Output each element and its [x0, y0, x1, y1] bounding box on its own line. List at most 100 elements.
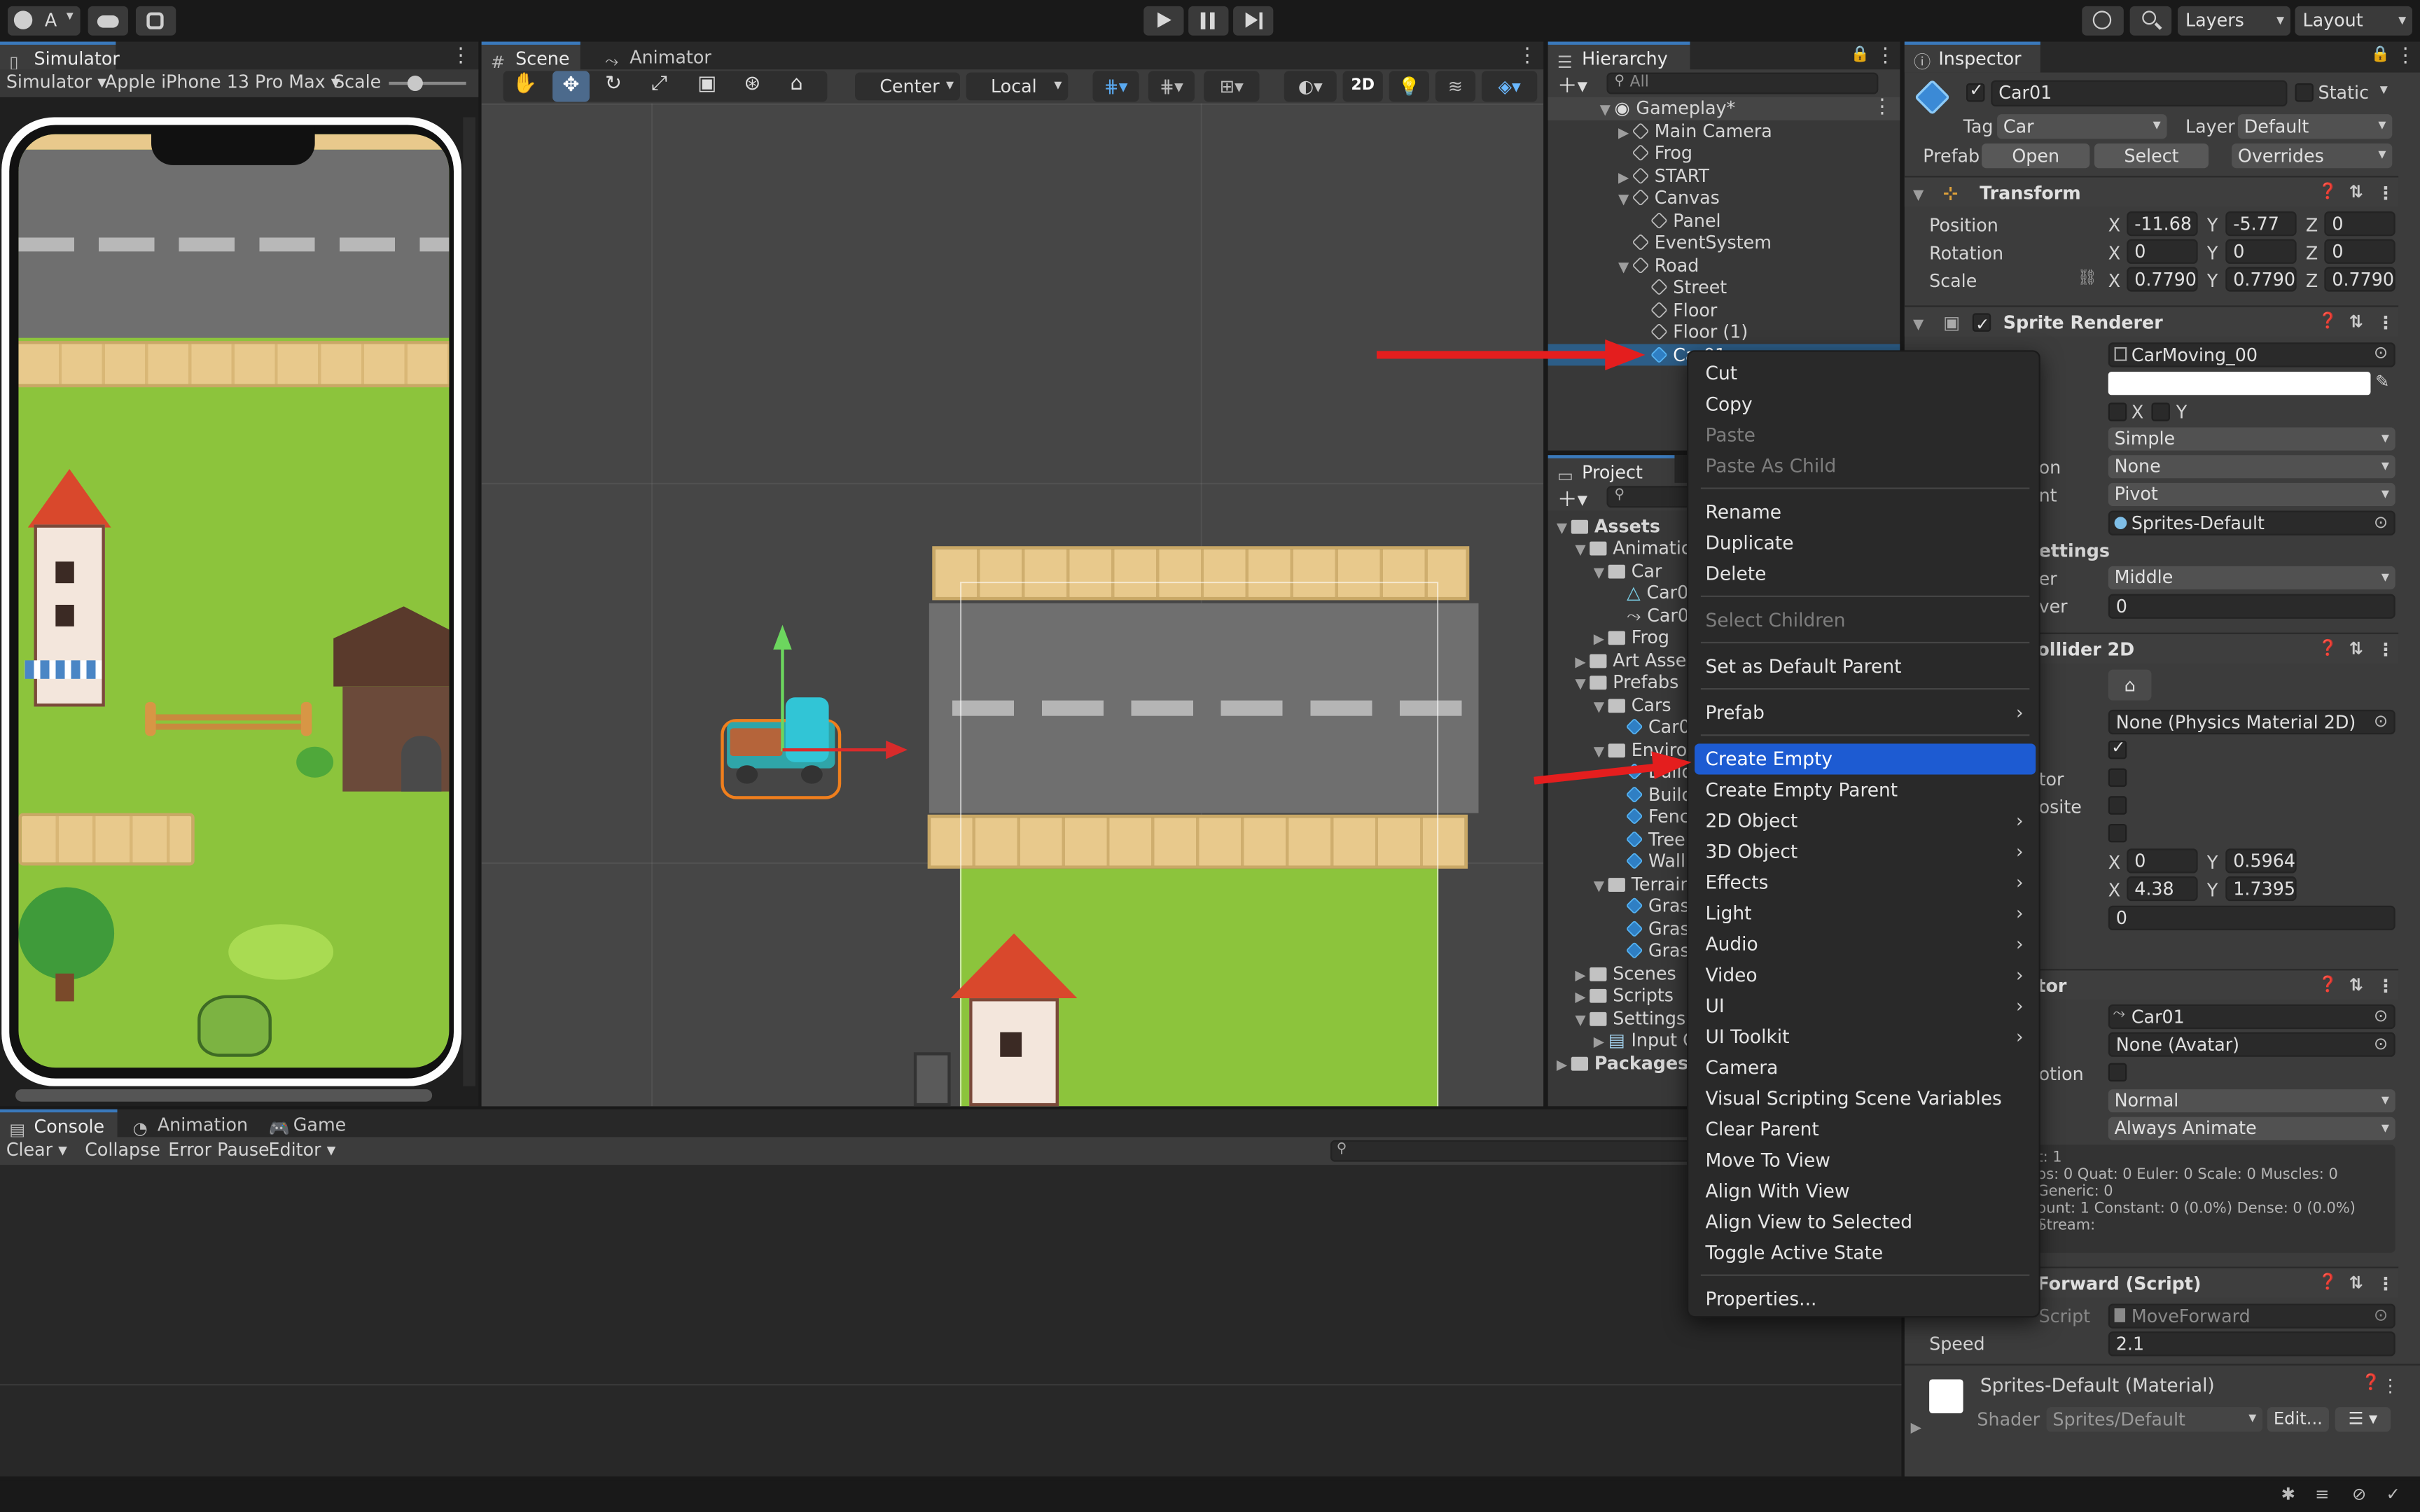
layout-dropdown[interactable]: Layout — [2295, 6, 2412, 36]
hand-tool-icon[interactable]: ✋ — [513, 73, 538, 96]
menu-item-ui-toolkit[interactable]: UI Toolkit › — [1695, 1021, 2036, 1052]
tab-simulator[interactable]: ▯ Simulator — [0, 41, 120, 73]
object-picker-icon[interactable]: ⊙ — [2374, 512, 2388, 533]
menu-item-clear-parent[interactable]: Clear Parent — [1695, 1114, 2036, 1144]
account-dropdown[interactable]: A ▾ — [8, 6, 81, 36]
transform-header[interactable]: ▼ ⊹ Transform ❓ ⇅ ⋮ — [1904, 176, 2399, 208]
preset-icon[interactable]: ⇅ — [2349, 634, 2363, 665]
grid-snap-icon[interactable]: ⋕▾ — [1148, 71, 1195, 102]
preset-icon[interactable]: ⇅ — [2349, 177, 2363, 208]
draw-mode-dropdown[interactable]: Simple — [2108, 427, 2395, 451]
menu-item-align-view-to-selected[interactable]: Align View to Selected — [1695, 1207, 2036, 1238]
help-icon[interactable]: ❓ — [2361, 1375, 2380, 1392]
offset-x-field[interactable]: 0 — [2127, 848, 2198, 874]
rotation-z-field[interactable]: 0 — [2324, 239, 2395, 264]
animator-controller-field[interactable]: Car01 — [2108, 1004, 2395, 1030]
simulator-vscrollbar[interactable] — [463, 117, 475, 1086]
menu-item-2d-object[interactable]: 2D Object › — [1695, 806, 2036, 836]
prefab-overrides-dropdown[interactable]: Overrides — [2232, 143, 2393, 169]
console-collapse-button[interactable]: Collapse — [85, 1139, 160, 1161]
device-dropdown[interactable]: Apple iPhone 13 Pro Max ▾ — [105, 71, 340, 92]
console-clear-dropdown[interactable]: Clear ▾ — [6, 1139, 67, 1161]
inspector-menu-icon[interactable]: ⋮ — [2395, 43, 2416, 71]
menu-item-visual-scripting-scene-variables[interactable]: Visual Scripting Scene Variables — [1695, 1083, 2036, 1114]
help-icon[interactable]: ❓ — [2318, 1268, 2337, 1299]
object-picker-icon[interactable]: ⊙ — [2374, 1306, 2388, 1326]
position-x-field[interactable]: -11.68 — [2127, 211, 2198, 237]
move-gizmo-y-axis[interactable] — [781, 646, 784, 752]
menu-item-delete[interactable]: Delete — [1695, 559, 2036, 589]
move-gizmo-x-axis[interactable] — [782, 748, 888, 752]
project-item-settings[interactable]: ▼ Settings — [1571, 1007, 1685, 1029]
apply-root-motion-checkbox[interactable] — [2108, 1063, 2127, 1082]
menu-item-create-empty[interactable]: Create Empty — [1695, 743, 2036, 775]
tab-animator[interactable]: ⤳ Animator — [596, 42, 719, 73]
project-item-terrain[interactable]: ▼ Terrain — [1590, 872, 1692, 895]
tag-dropdown[interactable]: Car — [1997, 114, 2167, 139]
shader-edit-button[interactable]: Edit... — [2267, 1407, 2329, 1432]
scale-slider-track[interactable] — [389, 81, 466, 85]
component-menu-icon[interactable]: ⋮ — [2381, 1375, 2399, 1396]
menu-item-set-default-parent[interactable]: Set as Default Parent — [1695, 651, 2036, 682]
simulator-hscrollbar[interactable] — [15, 1089, 433, 1102]
pause-button[interactable] — [1188, 6, 1229, 36]
project-item-build-1[interactable]: Build — [1625, 761, 1693, 783]
sprite-sort-point-dropdown[interactable]: Pivot — [2108, 482, 2395, 506]
update-mode-dropdown[interactable]: Normal — [2108, 1089, 2395, 1113]
preset-icon[interactable]: ⇅ — [2349, 1268, 2363, 1299]
is-trigger-checkbox[interactable] — [2108, 738, 2127, 760]
move-tool-icon[interactable]: ✥ — [552, 71, 590, 102]
audio-icon[interactable]: ≋ — [1435, 71, 1476, 102]
menu-item-toggle-active-state[interactable]: Toggle Active State — [1695, 1238, 2036, 1268]
prefab-select-button[interactable]: Select — [2094, 143, 2209, 169]
bug-icon[interactable]: ⊘ — [2352, 1484, 2366, 1504]
console-search-input[interactable] — [1330, 1140, 1701, 1162]
offset-y-field[interactable]: 0.59649 — [2225, 848, 2297, 874]
menu-item-rename[interactable]: Rename — [1695, 497, 2036, 528]
move-gizmo-x-arrow-icon[interactable] — [886, 740, 908, 760]
scene-viewport[interactable] — [481, 103, 1544, 1107]
project-item-input[interactable]: ▶ ▤ Input C — [1590, 1029, 1695, 1051]
play-button[interactable] — [1143, 6, 1184, 36]
speed-field[interactable]: 2.1 — [2108, 1331, 2395, 1357]
shading-mode-icon[interactable]: ◐▾ — [1284, 71, 1337, 102]
menu-item-prefab[interactable]: Prefab › — [1695, 697, 2036, 728]
project-item-build-2[interactable]: Build — [1625, 783, 1693, 806]
hierarchy-search-input[interactable]: All — [1606, 72, 1879, 94]
menu-item-audio[interactable]: Audio › — [1695, 929, 2036, 960]
menu-item-align-with-view[interactable]: Align With View — [1695, 1176, 2036, 1207]
menu-item-light[interactable]: Light › — [1695, 898, 2036, 929]
scale-z-field[interactable]: 0.77903 — [2324, 267, 2395, 292]
static-dropdown-icon[interactable]: ▾ — [2380, 82, 2388, 99]
material-field[interactable]: Sprites-Default — [2108, 510, 2395, 536]
help-icon[interactable]: ❓ — [2318, 177, 2337, 208]
flip-y-checkbox[interactable] — [2151, 402, 2170, 421]
color-field[interactable] — [2108, 372, 2371, 396]
menu-item-camera[interactable]: Camera — [1695, 1052, 2036, 1083]
history-button[interactable] — [2082, 6, 2124, 36]
debug-icon[interactable]: ✱ — [2281, 1484, 2295, 1504]
hierarchy-item-frog[interactable]: Frog — [1614, 142, 1692, 164]
lock-icon[interactable]: 🔒 — [1851, 46, 1870, 63]
add-object-icon[interactable]: ＋▾ — [1557, 69, 1587, 99]
object-picker-icon[interactable]: ⊙ — [2374, 711, 2388, 732]
menu-item-paste-as-child[interactable]: Paste As Child — [1695, 451, 2036, 482]
effects-icon[interactable]: ◈▾ — [1481, 71, 1538, 102]
position-z-field[interactable]: 0 — [2324, 211, 2395, 237]
menu-item-move-to-view[interactable]: Move To View — [1695, 1144, 2036, 1175]
hierarchy-item-floor[interactable]: Floor — [1633, 298, 1717, 321]
object-picker-icon[interactable]: ⊙ — [2374, 342, 2388, 363]
used-by-effector-checkbox[interactable] — [2108, 768, 2127, 788]
check-icon[interactable]: ✓ — [2386, 1484, 2400, 1504]
tab-console[interactable]: ▤ Console — [0, 1109, 118, 1140]
menu-item-duplicate[interactable]: Duplicate — [1695, 528, 2036, 559]
project-item-scripts[interactable]: ▶ Scripts — [1571, 984, 1674, 1007]
rotate-tool-icon[interactable]: ↻ — [605, 73, 622, 96]
preset-icon[interactable]: ⇅ — [2349, 970, 2363, 1001]
pivot-dropdown[interactable]: Center — [855, 72, 960, 101]
menu-item-copy[interactable]: Copy — [1695, 388, 2036, 419]
scale-y-field[interactable]: 0.77903 — [2225, 267, 2297, 292]
constrain-proportions-icon[interactable]: ⛓ — [2078, 270, 2097, 287]
menu-item-ui[interactable]: UI › — [1695, 990, 2036, 1021]
project-item-car-folder[interactable]: ▼ Car — [1590, 559, 1662, 582]
